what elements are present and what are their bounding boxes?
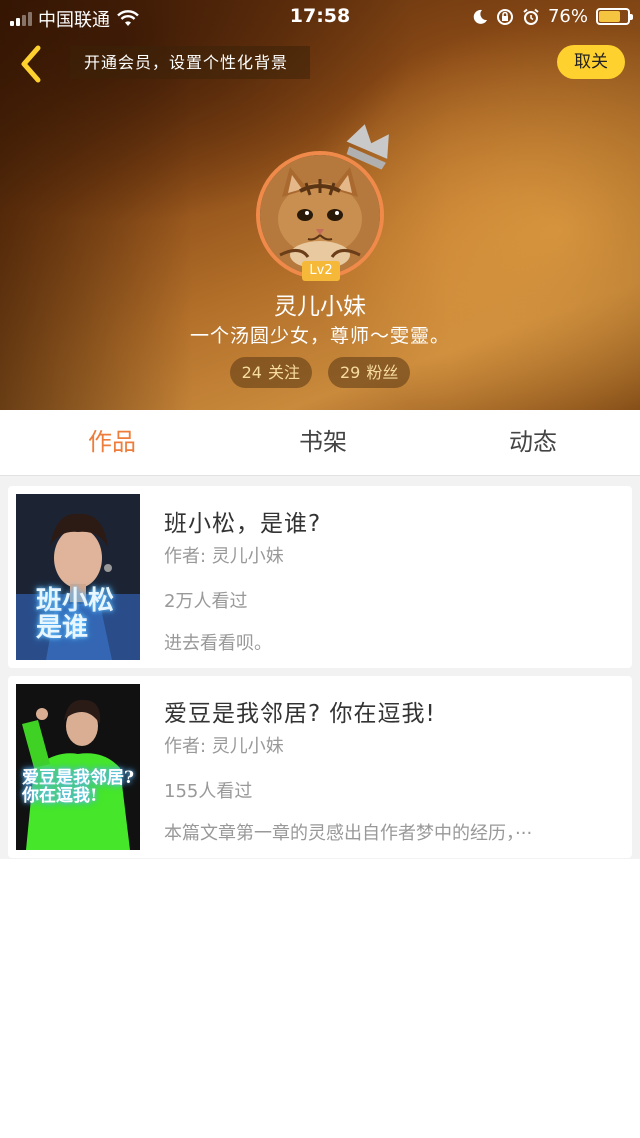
followers-count-pill[interactable]: 29 粉丝 — [328, 357, 411, 388]
moon-icon — [473, 9, 487, 24]
cover-art — [16, 684, 140, 850]
work-card[interactable]: 班小松 是谁 班小松，是谁? 作者: 灵儿小妹 2万人看过 进去看看呗。 — [8, 486, 632, 668]
username: 灵儿小妹 — [274, 294, 366, 320]
profile-tabs: 作品 书架 动态 — [0, 410, 640, 476]
tab-bookshelf[interactable]: 书架 — [253, 410, 393, 476]
book-author: 作者: 灵儿小妹 — [164, 736, 284, 757]
cover-title: 爱豆是我邻居? 你在逗我! — [22, 768, 134, 806]
battery-fill — [599, 11, 621, 22]
unfollow-button[interactable]: 取关 — [557, 45, 625, 79]
tab-activity[interactable]: 动态 — [463, 410, 603, 476]
book-cover-image: 爱豆是我邻居? 你在逗我! — [16, 684, 140, 850]
status-right: 76% — [472, 6, 633, 27]
book-description: 本篇文章第一章的灵感出自作者梦中的经历，··· — [164, 823, 533, 844]
user-signature: 一个汤圆少女，尊师～雯靈。 — [189, 325, 450, 347]
kitten-avatar-image — [260, 155, 380, 275]
vip-background-banner[interactable]: 开通会员，设置个性化背景 — [70, 46, 310, 79]
book-description: 进去看看呗。 — [164, 633, 272, 654]
book-author: 作者: 灵儿小妹 — [164, 546, 284, 567]
back-button[interactable] — [14, 44, 48, 84]
crown-icon — [346, 124, 389, 170]
following-count: 24 — [241, 363, 262, 382]
status-bar: 中国联通 17:58 76% — [0, 0, 640, 34]
rotation-lock-icon — [496, 8, 513, 25]
alarm-icon — [523, 8, 539, 25]
followers-count: 29 — [340, 363, 361, 382]
book-views: 2万人看过 — [164, 591, 248, 612]
book-cover-image: 班小松 是谁 — [16, 494, 140, 660]
cover-title: 班小松 是谁 — [36, 586, 115, 644]
book-title[interactable]: 爱豆是我邻居? 你在逗我! — [164, 694, 436, 728]
tab-works[interactable]: 作品 — [42, 410, 182, 476]
work-card[interactable]: 爱豆是我邻居? 你在逗我! 爱豆是我邻居? 你在逗我! 作者: 灵儿小妹 155… — [8, 676, 632, 858]
level-badge: Lv2 — [302, 261, 340, 281]
following-count-pill[interactable]: 24 关注 — [229, 357, 312, 388]
battery-icon — [596, 8, 633, 25]
follow-stats: 24 关注 29 粉丝 — [0, 357, 640, 388]
book-title[interactable]: 班小松，是谁? — [164, 504, 321, 538]
following-label: 关注 — [267, 363, 300, 382]
battery-percent: 76% — [547, 6, 588, 27]
avatar-container[interactable]: Lv2 — [256, 124, 389, 281]
chevron-left-icon — [21, 45, 41, 83]
works-list: 班小松 是谁 班小松，是谁? 作者: 灵儿小妹 2万人看过 进去看看呗。 爱豆是… — [0, 477, 640, 1138]
followers-label: 粉丝 — [366, 363, 399, 382]
book-views: 155人看过 — [164, 781, 253, 802]
